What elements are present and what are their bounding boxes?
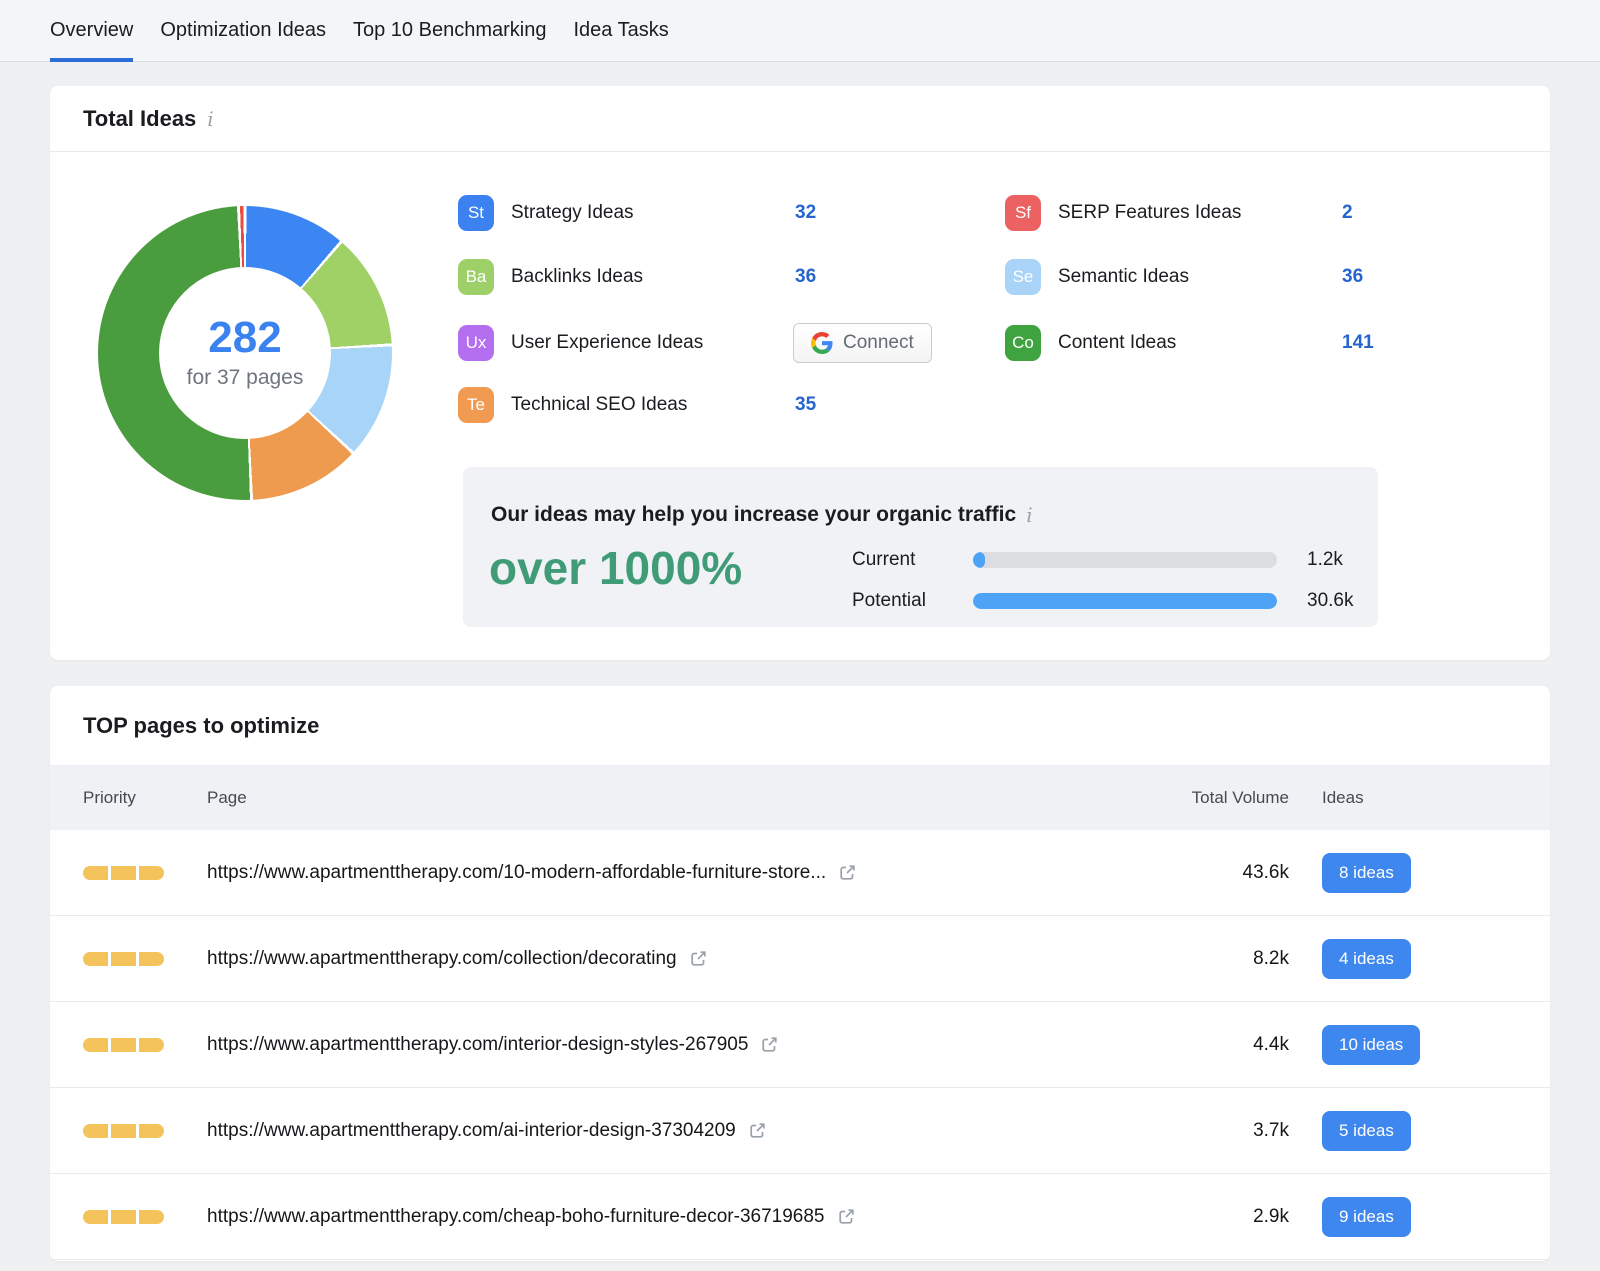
backlinks-badge-icon: Ba	[458, 259, 494, 295]
card-title: Total Ideas	[83, 106, 196, 132]
column-header-ideas: Ideas	[1289, 788, 1517, 808]
donut-center: 282 for 37 pages	[159, 267, 331, 439]
ideas-count-button[interactable]: 9 ideas	[1322, 1197, 1411, 1237]
total-volume-value: 43.6k	[1179, 862, 1289, 884]
category-label: SERP Features Ideas	[1058, 202, 1241, 224]
user-experience-badge-icon: Ux	[458, 325, 494, 361]
donut-total-value: 282	[208, 316, 281, 360]
table-row: https://www.apartmenttherapy.com/ai-inte…	[50, 1088, 1550, 1174]
ideas-count-button[interactable]: 5 ideas	[1322, 1111, 1411, 1151]
category-label: Technical SEO Ideas	[511, 394, 687, 416]
total-volume-value: 3.7k	[1179, 1120, 1289, 1142]
table-row: https://www.apartmenttherapy.com/cheap-b…	[50, 1174, 1550, 1260]
tab-overview[interactable]: Overview	[50, 0, 133, 61]
category-content: Co Content Ideas 141	[1005, 325, 1525, 361]
category-count[interactable]: 141	[1342, 332, 1374, 354]
priority-indicator	[83, 952, 207, 966]
page-url-link[interactable]: https://www.apartmenttherapy.com/cheap-b…	[207, 1206, 825, 1228]
category-label: User Experience Ideas	[511, 332, 703, 354]
category-count[interactable]: 2	[1342, 202, 1353, 224]
current-bar-track	[973, 552, 1277, 568]
google-logo-icon	[811, 332, 833, 354]
organic-traffic-box: Our ideas may help you increase your org…	[463, 467, 1378, 627]
total-volume-value: 4.4k	[1179, 1034, 1289, 1056]
current-value: 1.2k	[1307, 549, 1343, 571]
potential-label: Potential	[852, 590, 973, 612]
traffic-highlight: over 1000%	[489, 541, 742, 595]
connect-button-label: Connect	[843, 332, 914, 354]
category-count[interactable]: 36	[795, 266, 816, 288]
category-backlinks: Ba Backlinks Ideas 36	[458, 259, 978, 295]
current-label: Current	[852, 549, 973, 571]
category-technical-seo: Te Technical SEO Ideas 35	[458, 387, 978, 423]
potential-bar-fill	[973, 593, 1277, 609]
external-link-icon[interactable]	[838, 863, 857, 882]
ideas-count-button[interactable]: 8 ideas	[1322, 853, 1411, 893]
semantic-badge-icon: Se	[1005, 259, 1041, 295]
tab-top-10-benchmarking[interactable]: Top 10 Benchmarking	[353, 0, 546, 61]
priority-indicator	[83, 1038, 207, 1052]
total-volume-value: 8.2k	[1179, 948, 1289, 970]
category-label: Semantic Ideas	[1058, 266, 1189, 288]
priority-indicator	[83, 866, 207, 880]
ideas-donut-chart[interactable]: 282 for 37 pages	[98, 206, 392, 500]
total-ideas-card: Total Ideas i 282 for 37 pages St Strate…	[50, 86, 1550, 660]
page-url-link[interactable]: https://www.apartmenttherapy.com/interio…	[207, 1034, 748, 1056]
category-label: Backlinks Ideas	[511, 266, 643, 288]
google-connect-button[interactable]: Connect	[793, 323, 932, 363]
category-count[interactable]: 32	[795, 202, 816, 224]
traffic-title: Our ideas may help you increase your org…	[491, 503, 1033, 527]
donut-total-label: for 37 pages	[187, 366, 304, 390]
serp-features-badge-icon: Sf	[1005, 195, 1041, 231]
ideas-count-button[interactable]: 10 ideas	[1322, 1025, 1420, 1065]
ideas-count-button[interactable]: 4 ideas	[1322, 939, 1411, 979]
current-bar-fill	[973, 552, 985, 568]
external-link-icon[interactable]	[760, 1035, 779, 1054]
page-url-link[interactable]: https://www.apartmenttherapy.com/collect…	[207, 948, 677, 970]
current-traffic-row: Current 1.2k	[852, 548, 1343, 572]
category-serp-features: Sf SERP Features Ideas 2	[1005, 195, 1525, 231]
table-row: https://www.apartmenttherapy.com/10-mode…	[50, 830, 1550, 916]
table-header: Priority Page Total Volume Ideas	[50, 765, 1550, 830]
strategy-badge-icon: St	[458, 195, 494, 231]
column-header-page: Page	[207, 788, 1179, 808]
table-row: https://www.apartmenttherapy.com/interio…	[50, 1002, 1550, 1088]
category-count[interactable]: 36	[1342, 266, 1363, 288]
priority-indicator	[83, 1124, 207, 1138]
category-count[interactable]: 35	[795, 394, 816, 416]
category-label: Strategy Ideas	[511, 202, 634, 224]
external-link-icon[interactable]	[748, 1121, 767, 1140]
total-ideas-header: Total Ideas i	[50, 86, 1550, 152]
potential-traffic-row: Potential 30.6k	[852, 589, 1353, 613]
category-strategy: St Strategy Ideas 32	[458, 195, 978, 231]
total-volume-value: 2.9k	[1179, 1206, 1289, 1228]
top-pages-title: TOP pages to optimize	[50, 686, 1550, 765]
content-badge-icon: Co	[1005, 325, 1041, 361]
info-icon[interactable]: i	[1026, 505, 1032, 525]
potential-value: 30.6k	[1307, 590, 1353, 612]
top-pages-card: TOP pages to optimize Priority Page Tota…	[50, 686, 1550, 1261]
page-url-link[interactable]: https://www.apartmenttherapy.com/10-mode…	[207, 862, 826, 884]
table-row: https://www.apartmenttherapy.com/collect…	[50, 916, 1550, 1002]
potential-bar-track	[973, 593, 1277, 609]
priority-indicator	[83, 1210, 207, 1224]
tab-bar: Overview Optimization Ideas Top 10 Bench…	[0, 0, 1600, 62]
external-link-icon[interactable]	[837, 1207, 856, 1226]
external-link-icon[interactable]	[689, 949, 708, 968]
column-header-total-volume: Total Volume	[1179, 788, 1289, 808]
tab-optimization-ideas[interactable]: Optimization Ideas	[160, 0, 326, 61]
category-label: Content Ideas	[1058, 332, 1176, 354]
traffic-title-text: Our ideas may help you increase your org…	[491, 503, 1016, 527]
info-icon[interactable]: i	[207, 109, 213, 129]
category-user-experience: Ux User Experience Ideas Connect	[458, 325, 978, 361]
tab-idea-tasks[interactable]: Idea Tasks	[573, 0, 668, 61]
page-url-link[interactable]: https://www.apartmenttherapy.com/ai-inte…	[207, 1120, 736, 1142]
column-header-priority: Priority	[83, 788, 207, 808]
category-semantic: Se Semantic Ideas 36	[1005, 259, 1525, 295]
technical-seo-badge-icon: Te	[458, 387, 494, 423]
